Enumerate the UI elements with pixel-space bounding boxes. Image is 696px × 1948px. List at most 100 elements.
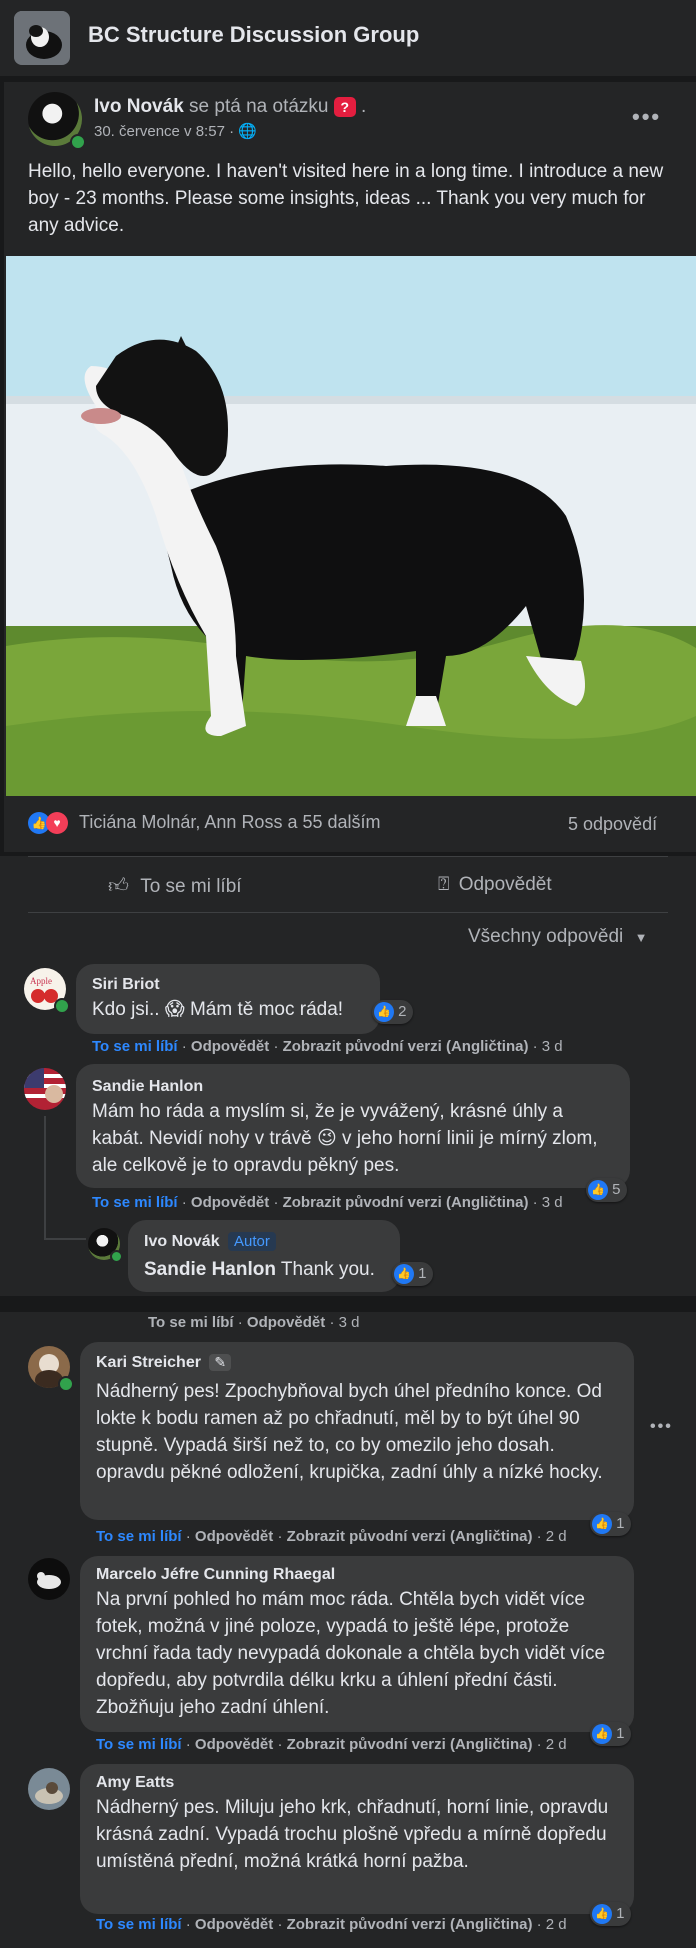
comment-text: Kdo jsi.. 😱 Mám tě moc ráda! bbox=[92, 999, 344, 1020]
like-button-label: To se mi líbí bbox=[140, 876, 242, 897]
comment-reactions[interactable]: 👍 1 bbox=[392, 1262, 433, 1286]
commenter-name-line: Ivo Novák Autor bbox=[144, 1232, 276, 1251]
sort-label: Všechny odpovědi bbox=[468, 926, 624, 947]
thread-line bbox=[44, 1238, 86, 1240]
comment-like-link[interactable]: To se mi líbí bbox=[92, 1194, 178, 1211]
commenter-name[interactable]: Marcelo Jéfre Cunning Rhaegal bbox=[96, 1566, 335, 1584]
comment-reactions[interactable]: 👍 2 bbox=[372, 1000, 413, 1024]
comment-reactions[interactable]: 👍 5 bbox=[586, 1178, 627, 1202]
chevron-down-icon: ▼ bbox=[634, 930, 648, 945]
comment-time[interactable]: 3 d bbox=[339, 1314, 360, 1331]
like-reaction-icon: 👍 bbox=[592, 1904, 612, 1924]
comment-text: Nádherný pes. Miluju jeho krk, chřadnutí… bbox=[96, 1797, 609, 1872]
comment-time[interactable]: 2 d bbox=[546, 1528, 567, 1545]
commenter-avatar[interactable] bbox=[24, 1068, 66, 1110]
like-reaction-icon: 👍 bbox=[374, 1002, 394, 1022]
online-status-icon bbox=[58, 1376, 74, 1392]
reactions-text[interactable]: Ticiána Molnár, Ann Ross a 55 dalším bbox=[79, 812, 380, 832]
comment-meta: To se mi líbí · Odpovědět · Zobrazit pův… bbox=[92, 1038, 563, 1055]
globe-icon: 🌐 bbox=[238, 123, 257, 140]
comment-translate-link[interactable]: Zobrazit původní verzi (Angličtina) bbox=[283, 1038, 529, 1055]
comment-text: Mám ho ráda a myslím si, že je vyvážený,… bbox=[92, 1101, 598, 1176]
commenter-name[interactable]: Ivo Novák bbox=[144, 1233, 220, 1250]
commenter-avatar[interactable] bbox=[28, 1558, 70, 1600]
like-reaction-icon: 👍 bbox=[588, 1180, 608, 1200]
comment-meta: To se mi líbí · Odpovědět · Zobrazit pův… bbox=[96, 1528, 567, 1545]
comment-translate-link[interactable]: Zobrazit původní verzi (Angličtina) bbox=[287, 1528, 533, 1545]
comment-text-line: Sandie Hanlon Thank you. bbox=[144, 1256, 375, 1283]
like-reaction-icon: 👍 bbox=[592, 1724, 612, 1744]
like-reaction-icon: 👍 bbox=[394, 1264, 414, 1284]
sort-dropdown[interactable]: Všechny odpovědi ▼ bbox=[468, 926, 647, 948]
comment-reply-link[interactable]: Odpovědět bbox=[191, 1038, 269, 1055]
comment-translate-link[interactable]: Zobrazit původní verzi (Angličtina) bbox=[287, 1916, 533, 1933]
comment-reply-link[interactable]: Odpovědět bbox=[191, 1194, 269, 1211]
love-reaction-icon: ♥ bbox=[46, 812, 68, 835]
divider bbox=[28, 856, 668, 857]
comment-reply-link[interactable]: Odpovědět bbox=[195, 1736, 273, 1753]
post-author-name[interactable]: Ivo Novák bbox=[94, 96, 184, 117]
comment-more-icon[interactable]: ••• bbox=[650, 1418, 673, 1436]
commenter-name[interactable]: Amy Eatts bbox=[96, 1774, 174, 1792]
comment-meta: To se mi líbí · Odpovědět · Zobrazit pův… bbox=[96, 1916, 567, 1933]
post-photo[interactable] bbox=[6, 256, 696, 796]
comment-like-link[interactable]: To se mi líbí bbox=[92, 1038, 178, 1055]
comment-like-link[interactable]: To se mi líbí bbox=[96, 1736, 182, 1753]
comment-reactions[interactable]: 👍 1 bbox=[590, 1512, 631, 1536]
comment-reaction-count: 2 bbox=[398, 1002, 407, 1020]
answer-button[interactable]: ⍰ Odpovědět bbox=[438, 874, 552, 896]
comment-reaction-count: 1 bbox=[418, 1264, 427, 1282]
commenter-name[interactable]: Sandie Hanlon bbox=[92, 1078, 203, 1096]
post-date[interactable]: 30. července v 8:57 · bbox=[94, 123, 234, 140]
comment-like-link[interactable]: To se mi líbí bbox=[96, 1528, 182, 1545]
comment-time[interactable]: 3 d bbox=[542, 1038, 563, 1055]
comment-reaction-count: 1 bbox=[616, 1904, 625, 1922]
comment-reactions[interactable]: 👍 1 bbox=[590, 1722, 631, 1746]
thread-line bbox=[44, 1116, 46, 1240]
svg-text:Apple: Apple bbox=[30, 976, 52, 986]
pen-badge-icon: ✎ bbox=[209, 1354, 232, 1371]
commenter-name[interactable]: Siri Briot bbox=[92, 976, 160, 994]
question-bubble-icon: ⍰ bbox=[438, 874, 450, 895]
comment-like-link[interactable]: To se mi líbí bbox=[148, 1314, 234, 1331]
group-thumbnail[interactable] bbox=[14, 11, 70, 65]
comment-translate-link[interactable]: Zobrazit původní verzi (Angličtina) bbox=[287, 1736, 533, 1753]
question-icon: ? bbox=[333, 96, 356, 117]
comment-text: Nádherný pes! Zpochybňoval bych úhel pře… bbox=[96, 1381, 603, 1483]
group-title[interactable]: BC Structure Discussion Group bbox=[88, 22, 419, 48]
more-options-icon[interactable]: ••• bbox=[632, 104, 661, 130]
comment-meta: To se mi líbí · Odpovědět · 3 d bbox=[148, 1314, 360, 1331]
section-gap bbox=[0, 1296, 696, 1312]
divider bbox=[28, 912, 668, 913]
commenter-avatar[interactable] bbox=[28, 1768, 70, 1810]
commenter-name[interactable]: Kari Streicher bbox=[96, 1354, 201, 1371]
comment-mention[interactable]: Sandie Hanlon bbox=[144, 1259, 276, 1280]
comment-reaction-count: 1 bbox=[616, 1514, 625, 1532]
answers-count[interactable]: 5 odpovědí bbox=[568, 814, 657, 835]
comment-text: Thank you. bbox=[280, 1259, 375, 1280]
online-status-icon bbox=[110, 1250, 123, 1263]
like-reaction-icon: 👍 bbox=[592, 1514, 612, 1534]
comment-time[interactable]: 2 d bbox=[546, 1916, 567, 1933]
online-status-icon bbox=[54, 998, 70, 1014]
author-badge: Autor bbox=[228, 1232, 276, 1251]
reactions-summary[interactable]: 👍 ♥ Ticiána Molnár, Ann Ross a 55 dalším bbox=[28, 812, 381, 835]
comment-like-link[interactable]: To se mi líbí bbox=[96, 1916, 182, 1933]
answer-button-label: Odpovědět bbox=[458, 874, 552, 895]
thumbs-up-icon: 👍︎ bbox=[108, 875, 129, 897]
like-button[interactable]: 👍︎ To se mi líbí bbox=[108, 874, 242, 898]
comment-time[interactable]: 3 d bbox=[542, 1194, 563, 1211]
comment-meta: To se mi líbí · Odpovědět · Zobrazit pův… bbox=[92, 1194, 563, 1211]
post-action-text: se ptá na otázku bbox=[189, 96, 329, 117]
online-status-icon bbox=[70, 134, 86, 150]
post-text: Hello, hello everyone. I haven't visited… bbox=[28, 161, 664, 236]
comment-time[interactable]: 2 d bbox=[546, 1736, 567, 1753]
comment-reaction-count: 1 bbox=[616, 1724, 625, 1742]
comment-reply-link[interactable]: Odpovědět bbox=[195, 1528, 273, 1545]
comment-reactions[interactable]: 👍 1 bbox=[590, 1902, 631, 1926]
comment-reply-link[interactable]: Odpovědět bbox=[195, 1916, 273, 1933]
post-date-line: 30. července v 8:57 · 🌐 bbox=[94, 122, 257, 140]
post-author-line: Ivo Novák se ptá na otázku ? . bbox=[94, 96, 367, 117]
comment-translate-link[interactable]: Zobrazit původní verzi (Angličtina) bbox=[283, 1194, 529, 1211]
comment-reply-link[interactable]: Odpovědět bbox=[247, 1314, 325, 1331]
